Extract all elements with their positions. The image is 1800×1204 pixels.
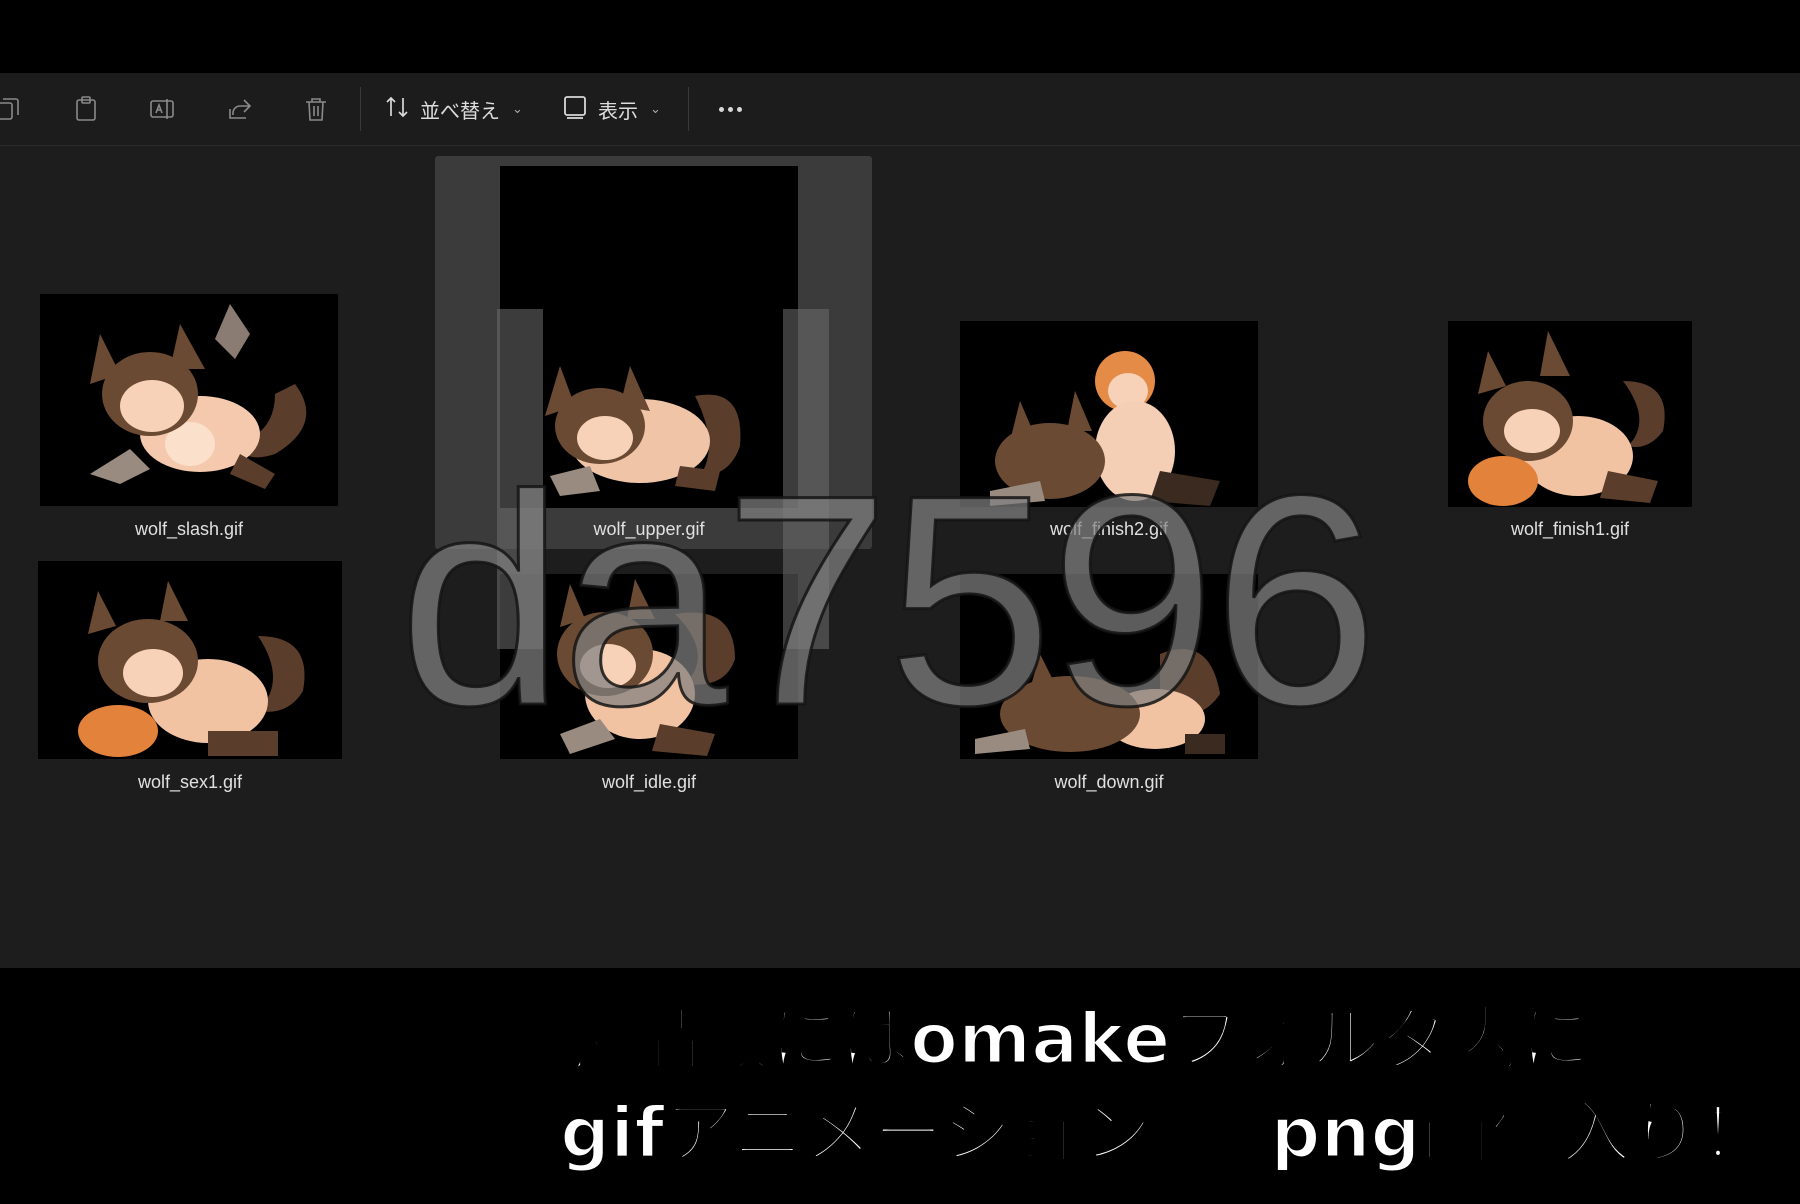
command-bar: 並べ替え ⌄ 表示 ⌄ <box>0 73 1800 146</box>
file-name: wolf_idle.gif <box>601 772 697 792</box>
caption-line-1: 製品版にはomakeフォルダ内に <box>559 997 1592 1082</box>
file-name: wolf_finish1.gif <box>1510 519 1630 539</box>
sort-label: 並べ替え <box>420 98 500 123</box>
promo-caption: 製品版にはomakeフォルダ内に gifアニメーション ＋ png画像入り！ <box>559 992 1785 1180</box>
sort-button[interactable]: 並べ替え ⌄ <box>384 91 523 127</box>
more-icon[interactable] <box>710 95 750 123</box>
chevron-down-icon: ⌄ <box>650 101 661 117</box>
share-icon[interactable] <box>226 95 254 123</box>
file-name: wolf_finish2.gif <box>1049 519 1169 539</box>
thumbnail <box>1448 321 1692 507</box>
file-name: wolf_sex1.gif <box>137 772 243 792</box>
thumbnail <box>500 166 798 508</box>
sort-icon <box>384 94 410 125</box>
toolbar-separator <box>360 87 361 131</box>
paste-icon[interactable] <box>72 95 100 123</box>
chevron-down-icon: ⌄ <box>512 101 523 117</box>
view-icon <box>562 94 588 125</box>
view-label: 表示 <box>598 98 638 123</box>
thumbnail <box>500 574 798 759</box>
thumbnail <box>38 561 342 759</box>
view-button[interactable]: 表示 ⌄ <box>562 91 661 127</box>
file-name: wolf_upper.gif <box>593 519 705 539</box>
thumbnail <box>40 294 338 506</box>
file-name: wolf_down.gif <box>1054 772 1164 792</box>
toolbar-separator <box>688 87 689 131</box>
file-grid: wolf_slash.gif wolf_upper.gif wolf_finis… <box>0 146 1800 968</box>
thumbnail <box>960 574 1258 759</box>
thumbnail <box>960 321 1258 507</box>
copy-icon[interactable] <box>0 95 24 123</box>
caption-line-2: gifアニメーション ＋ png画像入り！ <box>559 1091 1773 1176</box>
delete-icon[interactable] <box>302 95 330 123</box>
file-name: wolf_slash.gif <box>134 519 244 539</box>
rename-icon[interactable] <box>148 95 176 123</box>
